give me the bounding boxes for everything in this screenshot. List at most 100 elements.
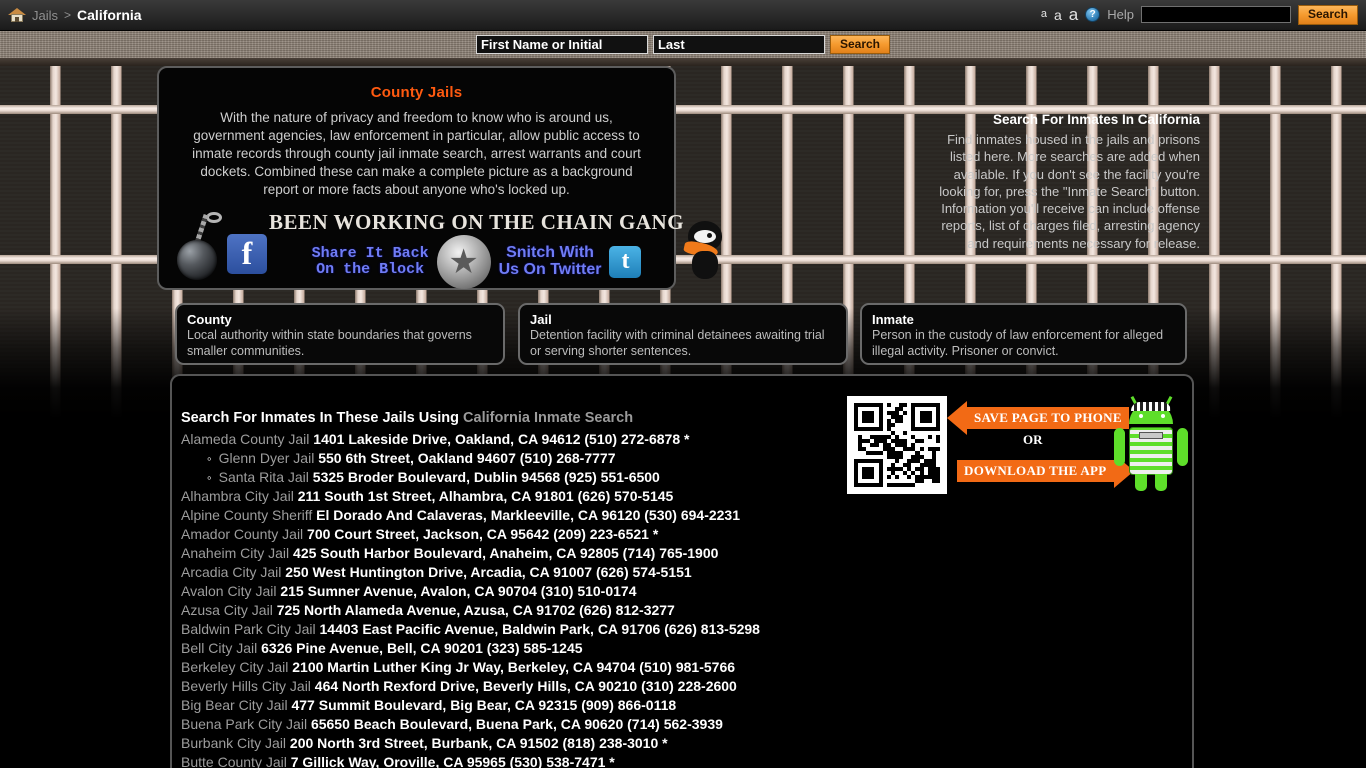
jail-list-item: Avalon City Jail 215 Sumner Avenue, Aval…: [181, 582, 1192, 601]
jail-name-link[interactable]: Baldwin Park City Jail: [181, 621, 316, 637]
jail-list-item: Berkeley City Jail 2100 Martin Luther Ki…: [181, 658, 1192, 677]
jail-name-link[interactable]: Alhambra City Jail: [181, 488, 294, 504]
text-size-small-button[interactable]: a: [1041, 9, 1047, 20]
list-heading-bold: Search For Inmates In These Jails Using: [181, 410, 460, 426]
breadcrumb-link-jails[interactable]: Jails: [32, 8, 58, 23]
jail-address: 1401 Lakeside Drive, Oakland, CA 94612 (…: [309, 431, 690, 448]
inmate-name-search-bar: Search: [0, 31, 1366, 58]
jail-address: 6326 Pine Avenue, Bell, CA 90201 (323) 5…: [257, 640, 583, 657]
breadcrumb-current-california: California: [77, 7, 142, 23]
save-page-to-phone-banner[interactable]: SAVE PAGE TO PHONE: [947, 401, 1129, 435]
first-name-input[interactable]: [475, 35, 648, 54]
jail-list-item: Baldwin Park City Jail 14403 East Pacifi…: [181, 620, 1192, 639]
jail-address: 425 South Harbor Boulevard, Anaheim, CA …: [289, 545, 719, 562]
ball-and-chain-icon: [173, 212, 235, 286]
save-page-label: SAVE PAGE TO PHONE: [967, 407, 1129, 429]
jail-address: 700 Court Street, Jackson, CA 95642 (209…: [303, 526, 659, 543]
last-name-input[interactable]: [652, 35, 825, 54]
text-size-large-button[interactable]: a: [1069, 6, 1078, 23]
jail-name-link[interactable]: Amador County Jail: [181, 526, 303, 542]
jail-name-link[interactable]: Azusa City Jail: [181, 602, 273, 618]
jail-name-link[interactable]: Berkeley City Jail: [181, 659, 288, 675]
definition-box-jail: Jail Detention facility with criminal de…: [518, 303, 848, 365]
intro-body-text: With the nature of privacy and freedom t…: [192, 110, 641, 197]
jail-listing-panel: Search For Inmates In These Jails Using …: [170, 374, 1194, 768]
jail-name-link[interactable]: Alameda County Jail: [181, 431, 309, 447]
download-app-label: DOWNLOAD THE APP: [957, 460, 1114, 482]
help-label[interactable]: Help: [1107, 7, 1134, 22]
jail-address: 5325 Broder Boulevard, Dublin 94568 (925…: [308, 469, 660, 486]
jail-list-item: Bell City Jail 6326 Pine Avenue, Bell, C…: [181, 639, 1192, 658]
jail-list-item: Buena Park City Jail 65650 Beach Bouleva…: [181, 715, 1192, 734]
chain-gang-headline: BEEN WORKING ON THE CHAIN GANG: [269, 209, 685, 234]
jail-list-item: Anaheim City Jail 425 South Harbor Boule…: [181, 544, 1192, 563]
jail-name-link[interactable]: Burbank City Jail: [181, 735, 286, 751]
definition-term-inmate: Inmate: [872, 312, 914, 327]
definition-term-county: County: [187, 312, 232, 327]
top-bar-tools: a a a ? Help Search: [1041, 5, 1366, 25]
android-robot-icon: [1111, 395, 1191, 492]
jail-address: 250 West Huntington Drive, Arcadia, CA 9…: [281, 564, 692, 581]
definition-box-inmate: Inmate Person in the custody of law enfo…: [860, 303, 1187, 365]
jail-name-link[interactable]: Glenn Dyer Jail: [219, 450, 315, 466]
jail-address: 464 North Rexford Drive, Beverly Hills, …: [310, 678, 737, 695]
social-share-banner: f BEEN WORKING ON THE CHAIN GANG Share I…: [173, 211, 723, 289]
jail-address: 7 Gillick Way, Oroville, CA 95965 (530) …: [286, 754, 615, 768]
california-search-copy: Search For Inmates In California Find in…: [928, 112, 1200, 252]
qr-code-icon[interactable]: [847, 396, 947, 494]
twitter-bird-icon: [682, 219, 738, 281]
text-size-medium-button[interactable]: a: [1054, 8, 1062, 22]
definition-text-county: Local authority within state boundaries …: [187, 328, 472, 358]
facebook-share-label[interactable]: Share It Back On the Block: [312, 245, 429, 278]
definition-box-county: County Local authority within state boun…: [175, 303, 505, 365]
site-search-button[interactable]: Search: [1297, 5, 1358, 25]
definition-text-inmate: Person in the custody of law enforcement…: [872, 328, 1164, 358]
jail-name-link[interactable]: Big Bear City Jail: [181, 697, 288, 713]
county-jails-intro-panel: County Jails With the nature of privacy …: [157, 66, 723, 290]
jail-address: 477 Summit Boulevard, Big Bear, CA 92315…: [287, 697, 677, 714]
jail-list-item: Alpine County Sheriff El Dorado And Cala…: [181, 506, 1192, 525]
jail-list-item: Azusa City Jail 725 North Alameda Avenue…: [181, 601, 1192, 620]
promo-or-label: OR: [1023, 432, 1043, 447]
jail-name-link[interactable]: Anaheim City Jail: [181, 545, 289, 561]
list-heading-gray[interactable]: California Inmate Search: [463, 410, 633, 426]
sheriff-star-icon: ★: [436, 234, 491, 289]
jail-address: 550 6th Street, Oakland 94607 (510) 268-…: [314, 450, 616, 467]
definition-term-jail: Jail: [530, 312, 552, 327]
jail-list-item: Burbank City Jail 200 North 3rd Street, …: [181, 734, 1192, 753]
home-icon[interactable]: [8, 7, 26, 23]
jail-name-link[interactable]: Buena Park City Jail: [181, 716, 307, 732]
jail-name-link[interactable]: Avalon City Jail: [181, 583, 276, 599]
jail-list-item: Beverly Hills City Jail 464 North Rexfor…: [181, 677, 1192, 696]
download-app-banner[interactable]: DOWNLOAD THE APP: [957, 454, 1134, 488]
site-search-input[interactable]: [1140, 6, 1291, 24]
jail-address: 200 North 3rd Street, Burbank, CA 91502 …: [286, 735, 668, 752]
jail-name-link[interactable]: Bell City Jail: [181, 640, 257, 656]
jail-address: 65650 Beach Boulevard, Buena Park, CA 90…: [307, 716, 723, 733]
jail-list-item: Big Bear City Jail 477 Summit Boulevard,…: [181, 696, 1192, 715]
jail-address: 211 South 1st Street, Alhambra, CA 91801…: [293, 488, 674, 505]
twitter-share-label[interactable]: Snitch With Us On Twitter: [499, 244, 602, 279]
twitter-icon[interactable]: t: [609, 245, 642, 278]
jail-name-link[interactable]: Butte County Jail: [181, 754, 287, 768]
jail-list-item: Amador County Jail 700 Court Street, Jac…: [181, 525, 1192, 544]
jail-address: 2100 Martin Luther King Jr Way, Berkeley…: [288, 659, 736, 676]
jail-name-link[interactable]: Arcadia City Jail: [181, 564, 281, 580]
california-search-body: Find inmates housed in the jails and pri…: [939, 132, 1200, 251]
share-text-block: BEEN WORKING ON THE CHAIN GANG Share It …: [269, 209, 685, 289]
top-navigation-bar: Jails > California a a a ? Help Search: [0, 0, 1366, 31]
jail-address: 725 North Alameda Avenue, Azusa, CA 9170…: [272, 602, 675, 619]
help-question-icon[interactable]: ?: [1085, 7, 1101, 23]
jail-name-link[interactable]: Alpine County Sheriff: [181, 507, 312, 523]
jail-name-link[interactable]: Beverly Hills City Jail: [181, 678, 311, 694]
breadcrumb-separator: >: [64, 8, 72, 22]
breadcrumb: Jails > California: [0, 7, 142, 23]
jail-list-item: Arcadia City Jail 250 West Huntington Dr…: [181, 563, 1192, 582]
name-search-button[interactable]: Search: [829, 34, 891, 55]
jail-list-item: Butte County Jail 7 Gillick Way, Orovill…: [181, 753, 1192, 768]
arrow-left-icon: [947, 401, 967, 435]
jail-name-link[interactable]: Santa Rita Jail: [219, 469, 309, 485]
mobile-app-promo: SAVE PAGE TO PHONE OR DOWNLOAD THE APP: [847, 395, 1192, 494]
definition-text-jail: Detention facility with criminal detaine…: [530, 328, 825, 358]
intro-title: County Jails: [370, 84, 463, 101]
